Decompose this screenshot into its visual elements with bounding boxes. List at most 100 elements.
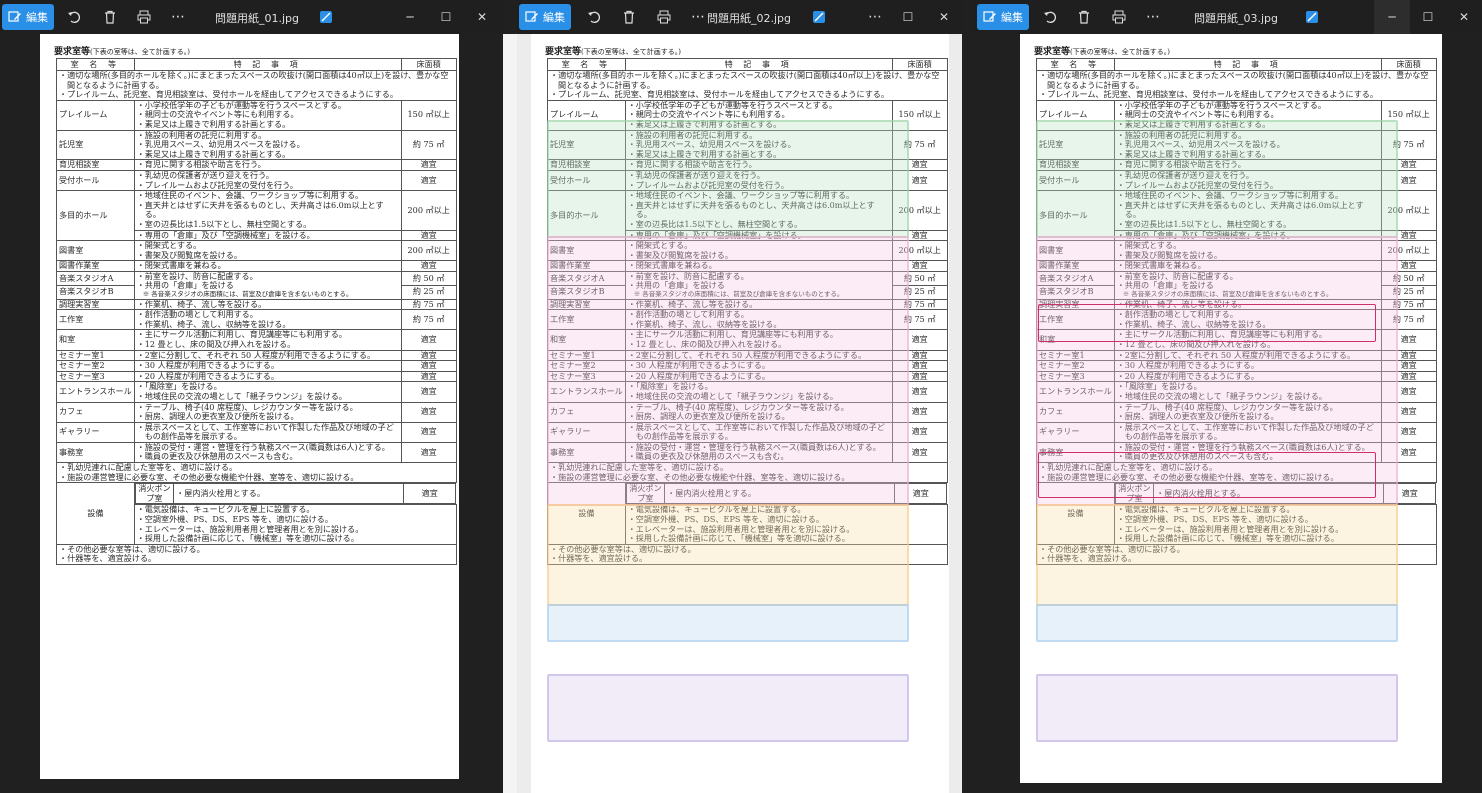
background-window	[503, 34, 517, 793]
room-area: 約 75 ㎡	[891, 298, 948, 311]
close-button[interactable]: ✕	[1446, 0, 1482, 34]
room-name: 受付ホール	[547, 169, 626, 192]
room-area: 適宜	[1380, 441, 1437, 464]
delete-icon[interactable]	[1074, 4, 1094, 30]
room-area: 適宜	[891, 401, 948, 423]
room-area: 適宜	[1380, 260, 1437, 272]
room-area: 適宜	[1380, 381, 1437, 403]
room-desc: ・乳幼児の保護者が送り迎えを行う。 ・プレイルームおよび託児室の受付を行う。	[624, 169, 893, 192]
room-desc: ・展示スペースとして、工作室等において作製した作品及び地域の子どもの創作品等を展…	[624, 421, 893, 443]
viewer-window-3: 編集 ⋯ 問題用紙_03.jpg ─ ☐ ✕ 要求室等(下表の室等は、全て計画す…	[972, 0, 1482, 793]
room-name: カフェ	[56, 401, 135, 423]
room-name: 音楽スタジオB	[56, 284, 135, 300]
room-desc: ・20 人程度が利用できるようにする。	[1113, 370, 1382, 383]
table-row: 託児室 ・施設の利用者の託児に利用する。 ・乳児用スペース、幼児用スペースを設ける。…	[56, 129, 457, 161]
room-area: 適宜	[400, 381, 457, 403]
room-name: 多目的ホール	[547, 190, 626, 242]
room-area: 約 75 ㎡	[891, 129, 948, 161]
table-row: 受付ホール ・乳幼児の保護者が送り迎えを行う。 ・プレイルームおよび託児室の受付を行…	[547, 169, 948, 192]
equipment-row: 設備 消火ポンプ室 ・屋内消火栓用とする。 適宜	[56, 482, 457, 545]
table-row: 図書作業室 ・閉架式書庫を兼ねる。 適宜	[1036, 260, 1437, 272]
room-desc: ・前室を設け、防音に配慮する。 ・共用の「倉庫」を設ける ※ 各音楽スタジオの床面積…	[1113, 270, 1382, 300]
edit-button[interactable]: 編集	[519, 4, 571, 30]
room-desc: ・「風除室」を設ける。 ・地域住民の交流の場として「親子ラウンジ」を設ける。	[624, 381, 893, 403]
print-icon[interactable]	[134, 4, 154, 30]
more-options-button[interactable]: ⋯	[857, 0, 893, 34]
table-row: エントランスホール ・「風除室」を設ける。 ・地域住民の交流の場として「親子ラウンジ…	[547, 381, 948, 403]
table-header: 室 名 等 特 記 事 項 床面積	[1036, 58, 1437, 71]
room-area: 適宜	[891, 349, 948, 362]
enhance-icon[interactable]	[811, 4, 827, 30]
room-desc: ・展示スペースとして、工作室等において作製した作品及び地域の子どもの創作品等を展…	[1113, 421, 1382, 443]
delete-icon[interactable]	[619, 4, 639, 30]
more-icon[interactable]: ⋯	[688, 4, 708, 30]
room-area: 適宜	[891, 360, 948, 372]
room-area: 適宜	[1380, 349, 1437, 362]
more-icon[interactable]: ⋯	[168, 4, 188, 30]
room-name: セミナー室2	[547, 360, 626, 372]
table-row: 育児相談室 ・育児に関する相談や助言を行う。 適宜	[56, 159, 457, 171]
minimize-button[interactable]: ─	[392, 0, 428, 34]
more-icon[interactable]: ⋯	[1143, 4, 1163, 30]
table-row: 図書室 ・開架式とする。 ・書架及び閲覧席を設ける。 200 ㎡以上	[56, 240, 457, 262]
table-row: 工作室 ・創作活動の場として利用する。 ・作業机、椅子、流し、収納等を設ける。約 7…	[1036, 309, 1437, 331]
general-notes: ・乳幼児連れに配慮した室等を、適切に設ける。 ・施設の運営管理に必要な室、その他必…	[547, 462, 948, 484]
table-row: 図書作業室 ・閉架式書庫を兼ねる。 適宜	[56, 260, 457, 272]
enhance-icon[interactable]	[318, 4, 334, 30]
edit-button[interactable]: 編集	[977, 4, 1029, 30]
room-name: 託児室	[547, 129, 626, 161]
room-area: 適宜	[1380, 421, 1437, 443]
table-row: 工作室 ・創作活動の場として利用する。 ・作業机、椅子、流し、収納等を設ける。約 7…	[547, 309, 948, 331]
maximize-button[interactable]: ☐	[1410, 0, 1446, 34]
closing-notes: ・その他必要な室等は、適切に設ける。 ・什器等を、適宜設ける。	[1036, 543, 1437, 566]
room-area: 適宜	[400, 401, 457, 423]
room-area: 150 ㎡以上	[1380, 99, 1437, 131]
room-desc: ・施設の利用者の託児に利用する。 ・乳児用スペース、幼児用スペースを設ける。 ・素足…	[1113, 129, 1382, 161]
room-desc: ・開架式とする。 ・書架及び閲覧席を設ける。	[133, 240, 402, 262]
table-row: 受付ホール ・乳幼児の保護者が送り迎えを行う。 ・プレイルームおよび託児室の受付を行…	[1036, 169, 1437, 192]
delete-icon[interactable]	[100, 4, 120, 30]
enhance-icon[interactable]	[1304, 4, 1320, 30]
room-name: エントランスホール	[547, 381, 626, 403]
close-button[interactable]: ✕	[926, 0, 962, 34]
document-sheet: 要求室等(下表の室等は、全て計画する。) 室 名 等 特 記 事 項 床面積 ・…	[40, 34, 459, 779]
print-icon[interactable]	[654, 4, 674, 30]
room-area: 適宜	[400, 260, 457, 272]
room-name: 工作室	[1036, 309, 1115, 331]
room-desc: ・施設の受付・運営・管理を行う執務スペース(職員数は6人)とする。 ・職員の更衣及…	[624, 441, 893, 464]
pump-room-area: 適宜	[894, 483, 948, 505]
room-desc: ・育児に関する相談や助言を行う。	[624, 159, 893, 171]
rotate-icon[interactable]	[64, 4, 84, 30]
table-row: 育児相談室 ・育児に関する相談や助言を行う。 適宜	[1036, 159, 1437, 171]
edit-icon	[8, 11, 21, 22]
room-desc: ・作業机、椅子、流し等を設ける。	[624, 298, 893, 311]
room-desc: ・作業机、椅子、流し等を設ける。	[133, 298, 402, 311]
highlight-region	[1036, 674, 1398, 742]
room-area: 適宜	[1380, 360, 1437, 372]
room-name: 多目的ホール	[56, 190, 135, 242]
print-icon[interactable]	[1109, 4, 1129, 30]
room-area: 200 ㎡以上	[400, 240, 457, 262]
rotate-icon[interactable]	[584, 4, 604, 30]
edit-button[interactable]: 編集	[2, 4, 54, 30]
table-row: セミナー室1 ・2室に分割して、それぞれ 50 人程度が利用できるようにする。 適宜	[1036, 349, 1437, 362]
room-area: 約 75 ㎡	[1380, 298, 1437, 311]
room-area: 約 75 ㎡	[1380, 309, 1437, 331]
minimize-button[interactable]: ─	[1374, 0, 1410, 34]
room-name: 図書作業室	[56, 260, 135, 272]
room-desc: ・施設の受付・運営・管理を行う執務スペース(職員数は6人)とする。 ・職員の更衣及…	[1113, 441, 1382, 464]
maximize-button[interactable]: ☐	[890, 0, 926, 34]
close-button[interactable]: ✕	[464, 0, 500, 34]
table-header: 室 名 等 特 記 事 項 床面積	[56, 58, 457, 71]
rotate-icon[interactable]	[1040, 4, 1060, 30]
room-area: 適宜	[891, 370, 948, 383]
maximize-button[interactable]: ☐	[428, 0, 464, 34]
room-desc: ・2室に分割して、それぞれ 50 人程度が利用できるようにする。	[624, 349, 893, 362]
requirements-table: 室 名 等 特 記 事 項 床面積 ・適切な場所(多目的ホールを除く。)にまとま…	[1036, 58, 1437, 566]
file-name: 問題用紙_02.jpg	[707, 12, 792, 25]
room-desc: ・2室に分割して、それぞれ 50 人程度が利用できるようにする。	[133, 349, 402, 362]
room-name: 音楽スタジオA	[1036, 270, 1115, 286]
edit-icon	[983, 11, 996, 22]
room-area: 適宜	[891, 381, 948, 403]
room-area: 約 75 ㎡	[891, 309, 948, 331]
